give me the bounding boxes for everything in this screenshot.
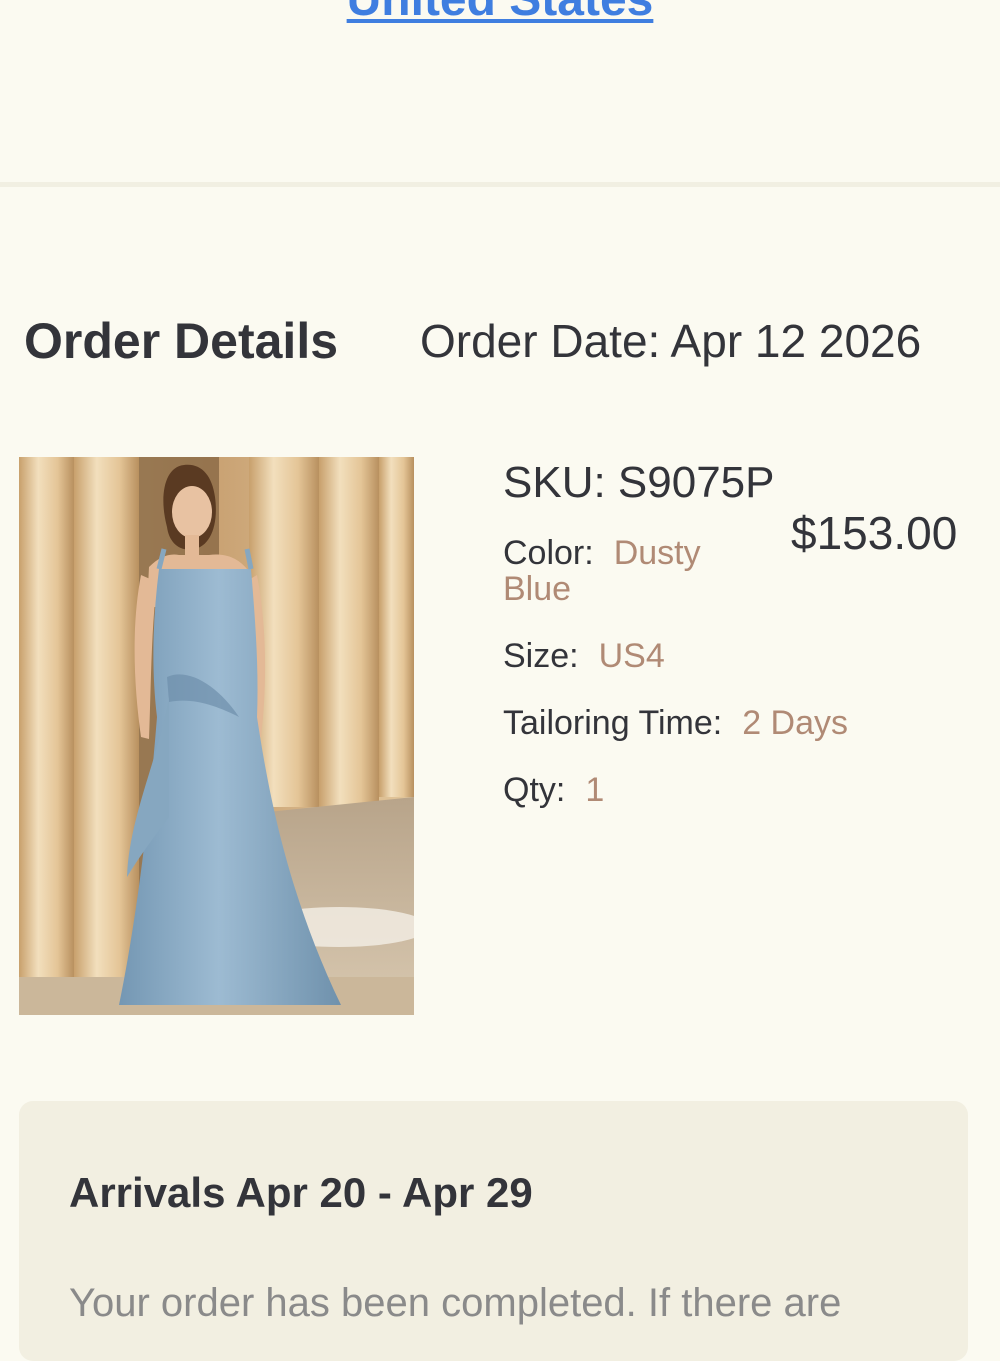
size-attribute: Size: US4 <box>503 638 665 674</box>
order-header: Order Details Order Date: Apr 12 2026 <box>0 312 1000 372</box>
section-divider <box>0 182 1000 187</box>
quantity-attribute: Qty: 1 <box>503 772 604 808</box>
arrival-title: Arrivals Apr 20 - Apr 29 <box>69 1169 533 1216</box>
tailoring-time-attribute: Tailoring Time: 2 Days <box>503 705 848 741</box>
country-link[interactable]: United States <box>0 0 1000 27</box>
order-date: Order Date: Apr 12 2026 <box>420 315 922 367</box>
color-attribute: Color: Dusty Blue <box>503 535 763 607</box>
size-value: US4 <box>598 637 665 675</box>
qty-value: 1 <box>585 771 605 809</box>
tailoring-time-value: 2 Days <box>742 704 849 742</box>
qty-label: Qty: <box>503 771 566 809</box>
size-label: Size: <box>503 637 579 675</box>
color-label: Color: <box>503 534 594 572</box>
order-details-title: Order Details <box>24 313 339 369</box>
arrival-card: Arrivals Apr 20 - Apr 29 Your order has … <box>19 1101 968 1361</box>
dress-product-image[interactable] <box>19 457 414 1015</box>
sku-text: SKU: S9075P <box>503 458 775 507</box>
item-price: $153.00 <box>791 507 958 559</box>
tailoring-time-label: Tailoring Time: <box>503 704 723 742</box>
arrival-message: Your order has been completed. If there … <box>69 1281 842 1325</box>
